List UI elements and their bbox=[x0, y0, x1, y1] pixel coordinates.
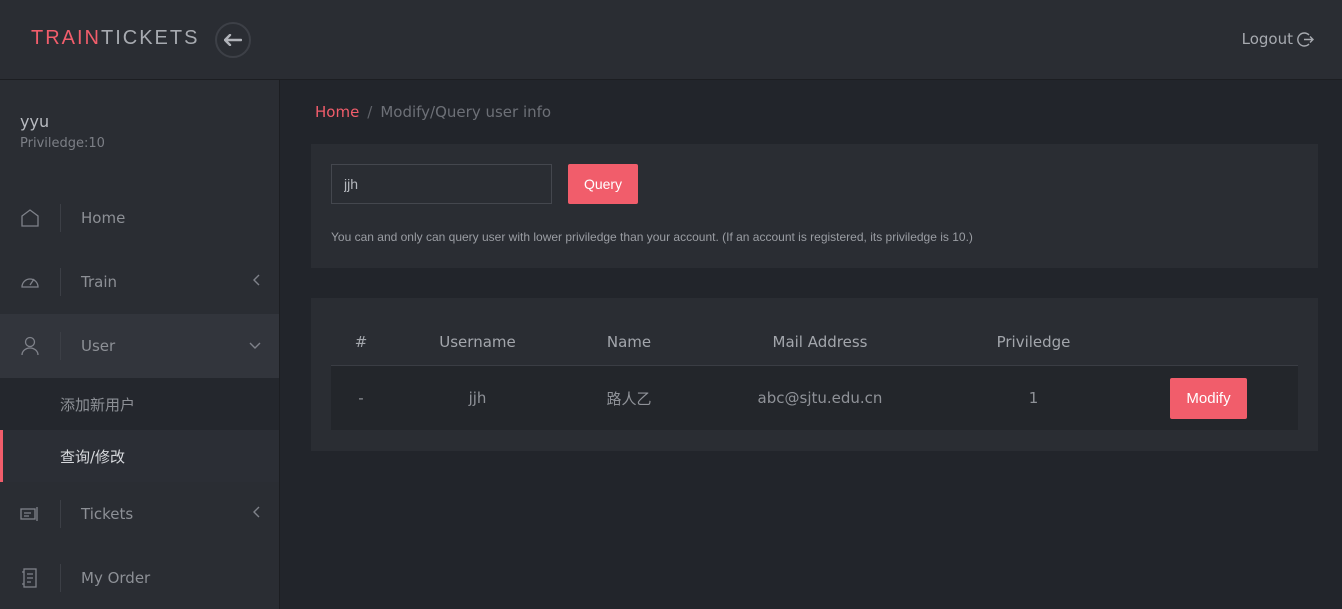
divider bbox=[60, 204, 61, 232]
logout-button[interactable]: Logout bbox=[1242, 30, 1314, 48]
user-privilege: Priviledge:10 bbox=[20, 136, 105, 151]
chevron-down-icon bbox=[249, 342, 261, 349]
sidebar-toggle-button[interactable] bbox=[215, 22, 251, 58]
ticket-icon bbox=[0, 482, 60, 546]
sidebar-item-label: Train bbox=[81, 273, 117, 291]
brand-part-tickets: TICKETS bbox=[101, 27, 200, 49]
sidebar-item-label: Home bbox=[81, 209, 126, 227]
breadcrumb: Home / Modify/Query user info bbox=[315, 103, 551, 121]
username-search-input[interactable] bbox=[331, 164, 552, 204]
sidebar: yyu Priviledge:10 Home Train User 添加新用户 … bbox=[0, 80, 280, 609]
column-header-name: Name bbox=[606, 332, 652, 351]
column-header-privilege: Priviledge bbox=[996, 332, 1071, 351]
sidebar-item-tickets[interactable]: Tickets bbox=[0, 482, 279, 546]
sidebar-item-my-order[interactable]: My Order bbox=[0, 546, 279, 609]
sidebar-item-user[interactable]: User bbox=[0, 314, 279, 378]
sidebar-subitem-query-modify[interactable]: 查询/修改 bbox=[0, 430, 279, 482]
divider bbox=[60, 564, 61, 592]
user-icon bbox=[0, 314, 60, 378]
top-bar: TRAINTICKETS Logout bbox=[0, 0, 1342, 80]
cell-username: jjh bbox=[468, 389, 487, 407]
logout-label: Logout bbox=[1241, 30, 1293, 48]
sidebar-item-label: User bbox=[81, 337, 116, 355]
sidebar-item-home[interactable]: Home bbox=[0, 186, 279, 250]
sidebar-subitem-label: 查询/修改 bbox=[60, 447, 126, 466]
brand-part-train: TRAIN bbox=[31, 27, 101, 49]
breadcrumb-separator: / bbox=[367, 103, 373, 121]
table-row: - jjh 路人乙 abc@sjtu.edu.cn 1 Modify bbox=[331, 366, 1298, 430]
order-icon bbox=[0, 546, 60, 609]
arrow-left-icon bbox=[224, 34, 242, 46]
sidebar-item-label: Tickets bbox=[81, 505, 134, 523]
sidebar-item-label: My Order bbox=[81, 569, 151, 587]
logout-icon bbox=[1297, 31, 1314, 47]
cell-mail: abc@sjtu.edu.cn bbox=[757, 389, 883, 407]
chevron-left-icon bbox=[253, 274, 260, 286]
home-icon bbox=[0, 186, 60, 250]
cell-index: - bbox=[358, 389, 364, 407]
user-name: yyu bbox=[20, 112, 50, 131]
column-header-index: # bbox=[354, 332, 368, 351]
sidebar-item-train[interactable]: Train bbox=[0, 250, 279, 314]
query-hint: You can and only can query user with low… bbox=[331, 230, 973, 244]
table-header: # Username Name Mail Address Priviledge bbox=[331, 318, 1298, 366]
brand-logo[interactable]: TRAINTICKETS bbox=[31, 27, 199, 50]
column-header-mail: Mail Address bbox=[772, 332, 868, 351]
divider bbox=[60, 500, 61, 528]
cell-name: 路人乙 bbox=[606, 389, 652, 408]
gauge-icon bbox=[0, 250, 60, 314]
query-button[interactable]: Query bbox=[568, 164, 638, 204]
breadcrumb-current: Modify/Query user info bbox=[380, 103, 552, 121]
query-panel: Query You can and only can query user wi… bbox=[311, 144, 1318, 268]
column-header-username: Username bbox=[439, 332, 516, 351]
divider bbox=[60, 268, 61, 296]
chevron-left-icon bbox=[253, 506, 260, 518]
sidebar-subitem-add-user[interactable]: 添加新用户 bbox=[0, 378, 279, 430]
modify-button[interactable]: Modify bbox=[1170, 378, 1247, 419]
cell-privilege: 1 bbox=[1028, 389, 1039, 407]
divider bbox=[60, 332, 61, 360]
sidebar-subitem-label: 添加新用户 bbox=[60, 395, 136, 414]
breadcrumb-home-link[interactable]: Home bbox=[315, 103, 359, 121]
results-panel: # Username Name Mail Address Priviledge … bbox=[311, 298, 1318, 451]
users-table: # Username Name Mail Address Priviledge … bbox=[331, 318, 1298, 430]
